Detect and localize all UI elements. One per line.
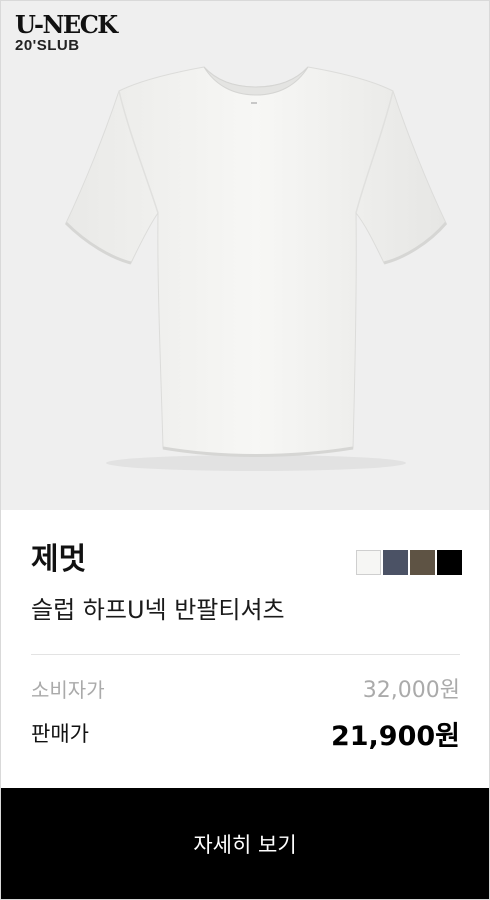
- sale-price-row: 판매가 21,900원: [31, 713, 460, 753]
- list-price-row: 소비자가 32,000원: [31, 670, 460, 706]
- color-swatches: [356, 550, 462, 575]
- white-tshirt-image: [64, 66, 448, 471]
- product-image-area[interactable]: U-NECK 20'SLUB: [1, 1, 489, 510]
- divider: [31, 654, 460, 655]
- color-swatch-navy[interactable]: [383, 550, 408, 575]
- color-swatch-black[interactable]: [437, 550, 462, 575]
- list-price-label: 소비자가: [31, 677, 105, 702]
- brand-name: 제멋: [31, 542, 87, 577]
- sale-price-value: 21,900원: [330, 720, 460, 752]
- sale-price-label: 판매가: [31, 722, 89, 746]
- product-card: U-NECK 20'SLUB 제멋 슬럽 하프U넥 반팔티셔츠 소비자가 32,…: [0, 0, 490, 900]
- color-swatch-brown[interactable]: [410, 550, 435, 575]
- list-price-value: 32,000원: [362, 678, 460, 703]
- view-details-button[interactable]: 자세히 보기: [1, 788, 489, 899]
- style-badge: U-NECK 20'SLUB: [15, 10, 118, 55]
- badge-title: U-NECK: [15, 10, 118, 39]
- product-name: 슬럽 하프U넥 반팔티셔츠: [31, 596, 285, 624]
- color-swatch-white[interactable]: [356, 550, 381, 575]
